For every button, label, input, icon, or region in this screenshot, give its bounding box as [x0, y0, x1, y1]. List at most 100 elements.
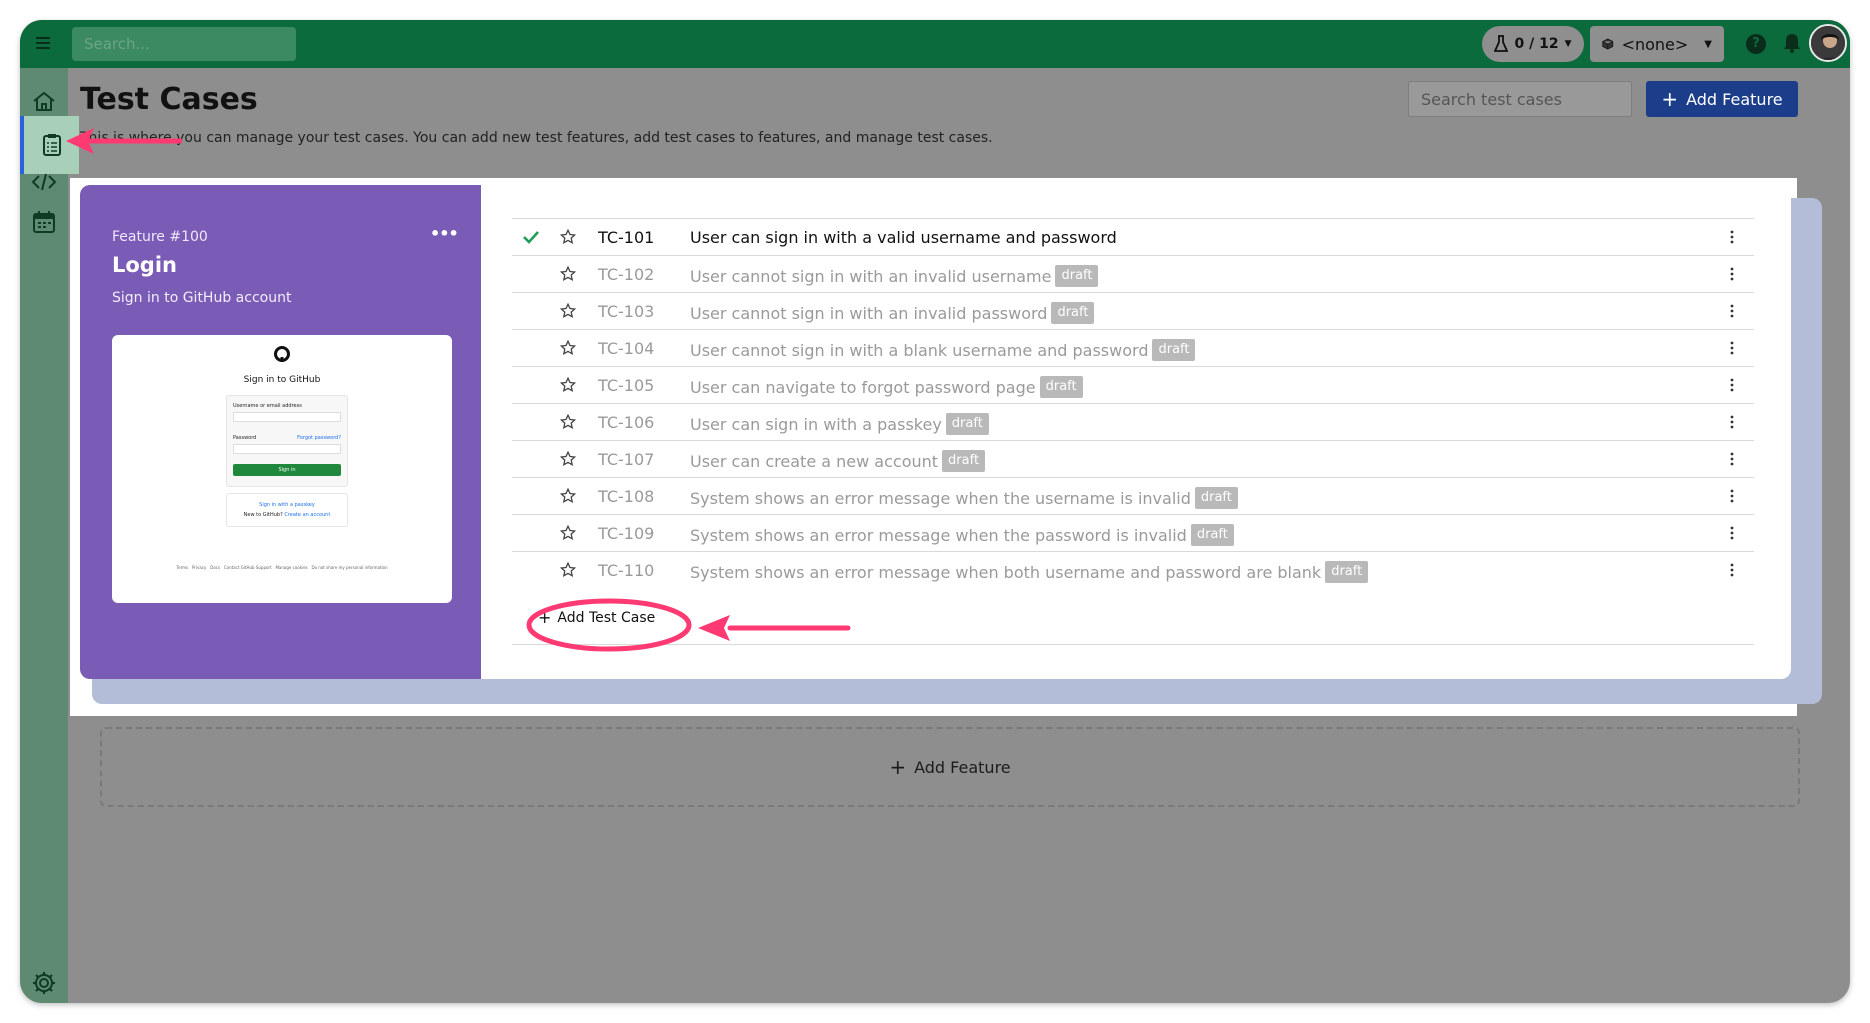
more-vertical-icon[interactable]: [1730, 229, 1734, 245]
status-badge: draft: [1190, 524, 1234, 546]
feature-name: Login: [112, 253, 177, 277]
plus-icon: +: [889, 755, 907, 779]
more-vertical-icon[interactable]: [1730, 451, 1734, 467]
preview-create-link: Create an account: [284, 512, 331, 518]
test-case-title-text: User can sign in with a valid username a…: [690, 228, 1117, 247]
star-icon[interactable]: [560, 414, 576, 430]
test-case-title-text: User cannot sign in with an invalid pass…: [690, 303, 1048, 323]
test-case-title[interactable]: User cannot sign in with an invalid pass…: [690, 302, 1095, 324]
hamburger-menu-icon[interactable]: [34, 34, 52, 52]
top-bar: 0 / 12 ▼ <none> ▼ ?: [20, 20, 1850, 68]
preview-forgot-link: Forgot password?: [297, 435, 341, 441]
gear-icon[interactable]: [31, 970, 57, 996]
add-feature-button[interactable]: + Add Feature: [1646, 81, 1798, 117]
more-vertical-icon[interactable]: [1730, 340, 1734, 356]
star-icon[interactable]: [560, 451, 576, 467]
star-icon[interactable]: [560, 525, 576, 541]
check-icon: [523, 231, 539, 244]
test-case-title[interactable]: User cannot sign in with a blank usernam…: [690, 339, 1196, 361]
preview-passkey-link: Sign in with a passkey: [259, 502, 315, 508]
more-vertical-icon[interactable]: [1730, 488, 1734, 504]
status-badge: draft: [1194, 487, 1238, 509]
preview-username-label: Username or email address: [233, 403, 302, 409]
star-icon[interactable]: [560, 377, 576, 393]
more-vertical-icon[interactable]: [1730, 414, 1734, 430]
star-icon[interactable]: [560, 229, 576, 245]
status-badge: draft: [1152, 339, 1196, 361]
test-case-id: TC-110: [598, 561, 655, 580]
preview-password-label: Password: [233, 435, 257, 441]
test-case-title[interactable]: System shows an error message when the p…: [690, 524, 1234, 546]
test-case-title[interactable]: User can create a new account draft: [690, 450, 986, 472]
more-vertical-icon[interactable]: [1730, 562, 1734, 578]
test-case-title-text: System shows an error message when the u…: [690, 488, 1191, 508]
test-case-title[interactable]: User can sign in with a passkey draft: [690, 413, 989, 435]
nav-code[interactable]: [20, 160, 68, 204]
feature-more-options-icon[interactable]: •••: [430, 224, 459, 243]
test-case-title[interactable]: User cannot sign in with an invalid user…: [690, 265, 1099, 287]
plus-icon: +: [538, 608, 552, 627]
star-icon[interactable]: [560, 562, 576, 578]
more-vertical-icon[interactable]: [1730, 377, 1734, 393]
table-row[interactable]: TC-105 User can navigate to forgot passwo…: [512, 366, 1754, 403]
feature-preview-image: Sign in to GitHub Username or email addr…: [112, 335, 452, 603]
add-feature-dashed-button[interactable]: + Add Feature: [100, 727, 1800, 807]
status-badge: draft: [1325, 561, 1369, 583]
test-case-id: TC-106: [598, 413, 655, 432]
preview-heading: Sign in to GitHub: [243, 375, 321, 385]
test-case-title-text: User cannot sign in with an invalid user…: [690, 266, 1052, 286]
star-icon[interactable]: [560, 488, 576, 504]
preview-secondary-box: Sign in with a passkey New to GitHub? Cr…: [226, 493, 348, 527]
table-row[interactable]: TC-106 User can sign in with a passkey dra…: [512, 403, 1754, 440]
status-badge: draft: [945, 413, 989, 435]
status-badge: draft: [1051, 302, 1095, 324]
star-icon[interactable]: [560, 266, 576, 282]
nav-calendar[interactable]: [20, 200, 68, 244]
test-case-id: TC-108: [598, 487, 655, 506]
preview-form: Username or email address Password Forgo…: [226, 395, 348, 487]
more-vertical-icon[interactable]: [1730, 525, 1734, 541]
home-icon: [33, 91, 55, 111]
page-title: Test Cases: [80, 82, 258, 117]
star-icon[interactable]: [560, 303, 576, 319]
github-logo-icon: [274, 346, 290, 362]
table-row[interactable]: TC-107 User can create a new account draft: [512, 440, 1754, 477]
table-row[interactable]: TC-103 User cannot sign in with an invali…: [512, 292, 1754, 329]
user-avatar[interactable]: [1809, 24, 1847, 62]
bell-icon[interactable]: [1782, 32, 1802, 54]
test-case-id: TC-104: [598, 339, 655, 358]
table-row[interactable]: TC-109 System shows an error message when…: [512, 514, 1754, 551]
add-test-case-label: Add Test Case: [557, 610, 656, 626]
test-case-id: TC-101: [598, 228, 655, 247]
table-bottom-divider: [512, 644, 1754, 645]
preview-signin-button: Sign in: [233, 464, 341, 476]
star-icon[interactable]: [560, 340, 576, 356]
test-case-title-text: User can sign in with a passkey: [690, 414, 942, 434]
test-case-title[interactable]: System shows an error message when the u…: [690, 487, 1238, 509]
test-case-title[interactable]: User can navigate to forgot password pag…: [690, 376, 1083, 398]
table-row[interactable]: TC-101 User can sign in with a valid user…: [512, 218, 1754, 255]
test-case-title[interactable]: System shows an error message when both …: [690, 561, 1369, 583]
test-runs-counter[interactable]: 0 / 12 ▼: [1482, 26, 1584, 62]
status-badge: draft: [942, 450, 986, 472]
more-vertical-icon[interactable]: [1730, 266, 1734, 282]
environment-select[interactable]: <none> ▼: [1590, 26, 1724, 62]
add-test-case-button[interactable]: + Add Test Case: [538, 608, 656, 627]
test-case-id: TC-109: [598, 524, 655, 543]
more-vertical-icon[interactable]: [1730, 303, 1734, 319]
feature-id: Feature #100: [112, 229, 208, 245]
status-badge: draft: [1039, 376, 1083, 398]
environment-label: <none>: [1621, 34, 1689, 54]
help-icon[interactable]: ?: [1746, 34, 1766, 54]
search-test-cases-input[interactable]: [1408, 81, 1632, 117]
chevron-down-icon: ▼: [1704, 38, 1712, 50]
preview-new-text: New to GitHub?: [243, 512, 283, 518]
plus-icon: +: [1661, 87, 1679, 111]
test-case-title[interactable]: User can sign in with a valid username a…: [690, 228, 1117, 247]
global-search-input[interactable]: [72, 27, 296, 61]
test-case-title-text: User can navigate to forgot password pag…: [690, 377, 1036, 397]
table-row[interactable]: TC-110 System shows an error message when…: [512, 551, 1754, 588]
table-row[interactable]: TC-104 User cannot sign in with a blank u…: [512, 329, 1754, 366]
table-row[interactable]: TC-108 System shows an error message when…: [512, 477, 1754, 514]
table-row[interactable]: TC-102 User cannot sign in with an invali…: [512, 255, 1754, 292]
